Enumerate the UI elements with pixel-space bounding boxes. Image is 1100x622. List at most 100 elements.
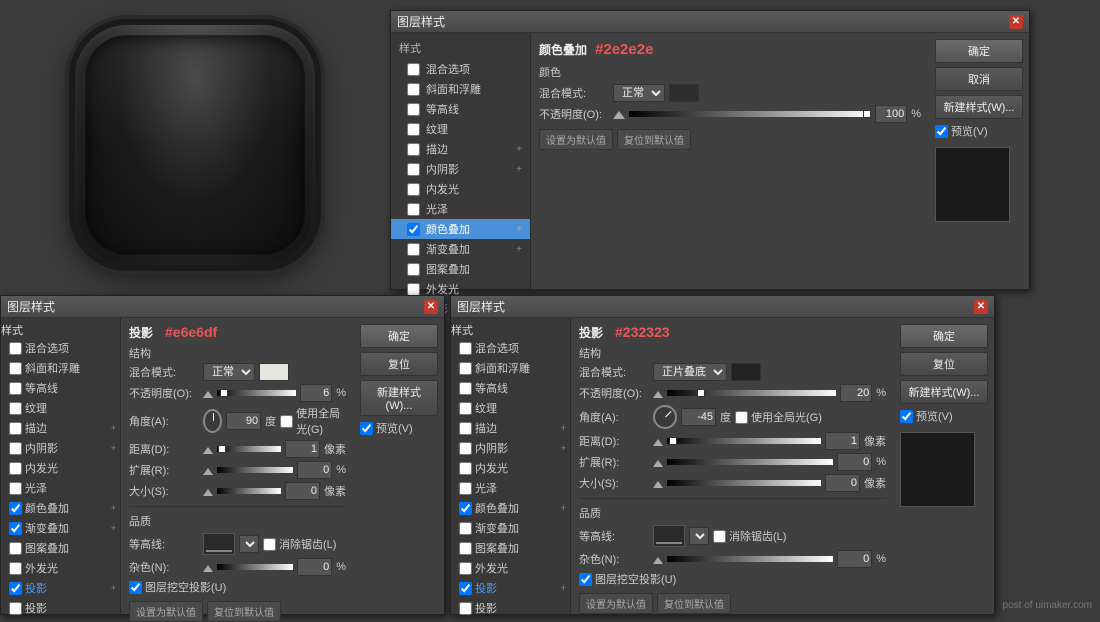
- br-size-input[interactable]: [825, 474, 860, 492]
- br-contour-select[interactable]: ▼: [689, 527, 709, 545]
- br-angle-input[interactable]: [681, 408, 716, 426]
- bevel-item[interactable]: 斜面和浮雕: [391, 79, 530, 99]
- br-global-light-checkbox[interactable]: [735, 411, 748, 424]
- pattern-overlay-checkbox[interactable]: [407, 263, 420, 276]
- bl-global-light-checkbox[interactable]: [280, 415, 293, 428]
- bl-angle-dial[interactable]: [203, 409, 222, 433]
- satin-checkbox[interactable]: [407, 203, 420, 216]
- blend-mode-select[interactable]: 正常: [613, 84, 665, 102]
- bl-inner-shadow[interactable]: 内阴影 +: [1, 438, 120, 458]
- blend-options-item[interactable]: 混合选项: [391, 59, 530, 79]
- bl-contour-select[interactable]: ▼: [239, 535, 259, 553]
- set-default-btn[interactable]: 设置为默认值: [539, 129, 613, 150]
- bl-opacity-input[interactable]: [300, 384, 332, 402]
- pattern-overlay-item[interactable]: 图案叠加: [391, 259, 530, 279]
- br-stroke[interactable]: 描边 +: [451, 418, 570, 438]
- stroke-checkbox[interactable]: [407, 143, 420, 156]
- br-color-overlay[interactable]: 颜色叠加 +: [451, 498, 570, 518]
- bl-new-style-btn[interactable]: 新建样式(W)...: [360, 380, 438, 416]
- bl-texture[interactable]: 纹理: [1, 398, 120, 418]
- bl-contour-preview[interactable]: [203, 533, 235, 555]
- top-panel-close[interactable]: ✕: [1009, 15, 1023, 29]
- bl-color-swatch[interactable]: [259, 363, 289, 381]
- br-color-swatch[interactable]: [731, 363, 761, 381]
- bl-contour[interactable]: 等高线: [1, 378, 120, 398]
- opacity-slider[interactable]: [629, 111, 871, 117]
- br-noise-input[interactable]: [837, 550, 872, 568]
- blend-options-checkbox[interactable]: [407, 63, 420, 76]
- bottom-left-close[interactable]: ✕: [424, 300, 438, 314]
- inner-glow-item[interactable]: 内发光: [391, 179, 530, 199]
- stroke-item[interactable]: 描边 +: [391, 139, 530, 159]
- bl-outer-glow[interactable]: 外发光: [1, 558, 120, 578]
- confirm-btn[interactable]: 确定: [935, 39, 1023, 63]
- br-spread-input[interactable]: [837, 453, 872, 471]
- br-angle-dial[interactable]: [653, 405, 677, 429]
- cancel-btn[interactable]: 取消: [935, 67, 1023, 91]
- bl-antialias-checkbox[interactable]: [263, 538, 276, 551]
- bl-gradient-overlay[interactable]: 渐变叠加 +: [1, 518, 120, 538]
- br-preview-checkbox[interactable]: [900, 410, 913, 423]
- br-satin[interactable]: 光泽: [451, 478, 570, 498]
- bl-blend-opts[interactable]: 混合选项: [1, 338, 120, 358]
- inner-shadow-checkbox[interactable]: [407, 163, 420, 176]
- bl-pattern-overlay[interactable]: 图案叠加: [1, 538, 120, 558]
- satin-item[interactable]: 光泽: [391, 199, 530, 219]
- opacity-input[interactable]: [875, 105, 907, 123]
- new-style-btn[interactable]: 新建样式(W)...: [935, 95, 1023, 119]
- br-gradient-overlay[interactable]: 渐变叠加: [451, 518, 570, 538]
- br-distance-slider[interactable]: [667, 438, 821, 444]
- outer-glow-checkbox[interactable]: [407, 283, 420, 296]
- br-spread-slider[interactable]: [667, 459, 833, 465]
- bl-angle-input[interactable]: [226, 412, 261, 430]
- bl-satin[interactable]: 光泽: [1, 478, 120, 498]
- bottom-right-close[interactable]: ✕: [974, 300, 988, 314]
- bl-size-slider[interactable]: [217, 488, 281, 494]
- gradient-overlay-item[interactable]: 渐变叠加 +: [391, 239, 530, 259]
- bl-drop-shadow[interactable]: 投影 +: [1, 578, 120, 598]
- color-overlay-item[interactable]: 颜色叠加 +: [391, 219, 530, 239]
- bl-size-input[interactable]: [285, 482, 320, 500]
- br-opacity-input[interactable]: [840, 384, 872, 402]
- br-blend-select[interactable]: 正片叠底: [653, 363, 727, 381]
- bl-spread-slider[interactable]: [217, 467, 293, 473]
- bl-inner-glow[interactable]: 内发光: [1, 458, 120, 478]
- bl-confirm-btn[interactable]: 确定: [360, 324, 438, 348]
- bl-preview-checkbox[interactable]: [360, 422, 373, 435]
- bl-knockout-checkbox[interactable]: [129, 581, 142, 594]
- bl-blend-select[interactable]: 正常: [203, 363, 255, 381]
- bl-reset-btn[interactable]: 复位: [360, 352, 438, 376]
- br-inner-glow[interactable]: 内发光: [451, 458, 570, 478]
- br-reset-default[interactable]: 复位到默认值: [657, 593, 731, 614]
- br-pattern-overlay[interactable]: 图案叠加: [451, 538, 570, 558]
- bl-noise-input[interactable]: [297, 558, 332, 576]
- bl-stroke[interactable]: 描边 +: [1, 418, 120, 438]
- br-confirm-btn[interactable]: 确定: [900, 324, 988, 348]
- br-inner-shadow[interactable]: 内阴影 +: [451, 438, 570, 458]
- reset-default-btn[interactable]: 复位到默认值: [617, 129, 691, 150]
- bl-noise-slider[interactable]: [217, 564, 293, 570]
- br-texture[interactable]: 纹理: [451, 398, 570, 418]
- bl-opacity-slider[interactable]: [217, 390, 296, 396]
- br-opacity-slider[interactable]: [667, 390, 836, 396]
- texture-checkbox[interactable]: [407, 123, 420, 136]
- br-noise-slider[interactable]: [667, 556, 833, 562]
- bevel-checkbox[interactable]: [407, 83, 420, 96]
- color-swatch[interactable]: [669, 84, 699, 102]
- br-distance-input[interactable]: [825, 432, 860, 450]
- br-knockout-checkbox[interactable]: [579, 573, 592, 586]
- color-overlay-checkbox[interactable]: [407, 223, 420, 236]
- bl-distance-input[interactable]: [285, 440, 320, 458]
- br-contour-preview[interactable]: [653, 525, 685, 547]
- bl-bevel[interactable]: 斜面和浮雕: [1, 358, 120, 378]
- br-drop-shadow2[interactable]: 投影: [451, 598, 570, 618]
- br-outer-glow[interactable]: 外发光: [451, 558, 570, 578]
- br-bevel[interactable]: 斜面和浮雕: [451, 358, 570, 378]
- br-reset-btn[interactable]: 复位: [900, 352, 988, 376]
- br-antialias-checkbox[interactable]: [713, 530, 726, 543]
- br-size-slider[interactable]: [667, 480, 821, 486]
- contour-checkbox[interactable]: [407, 103, 420, 116]
- bl-distance-slider[interactable]: [217, 446, 281, 452]
- preview-checkbox[interactable]: [935, 125, 948, 138]
- br-set-default[interactable]: 设置为默认值: [579, 593, 653, 614]
